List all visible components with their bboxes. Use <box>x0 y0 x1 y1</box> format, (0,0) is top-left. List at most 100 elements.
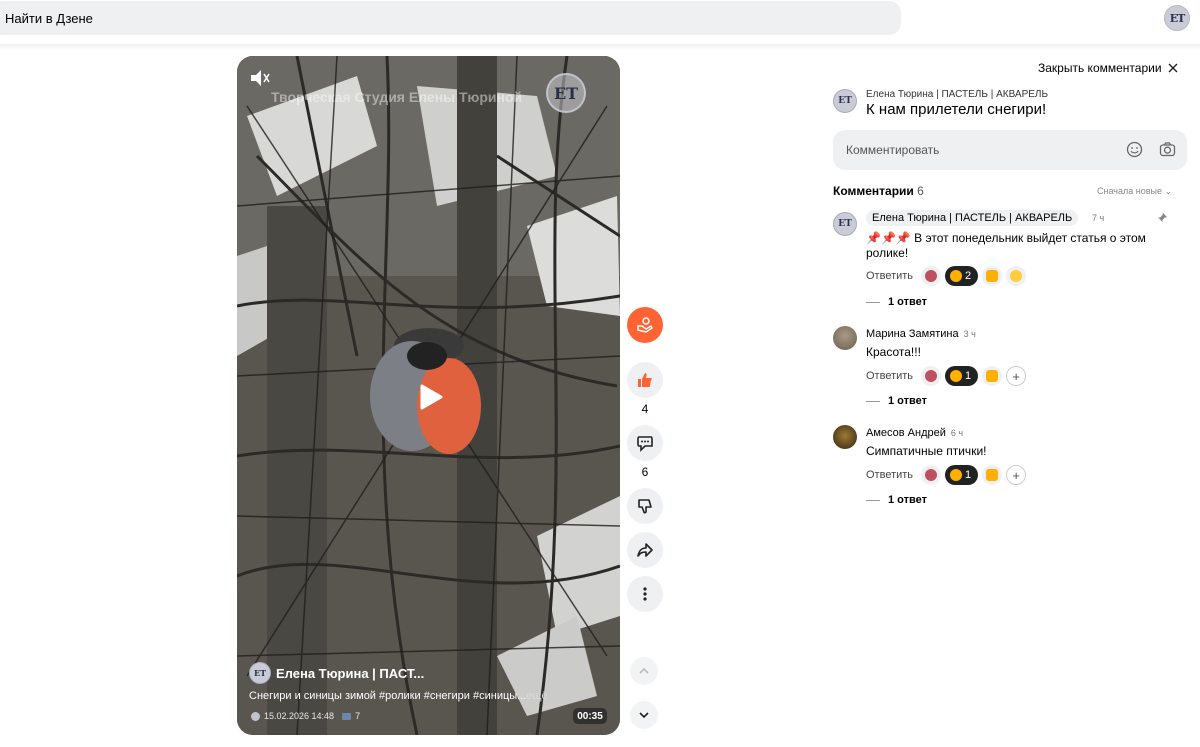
reply-button[interactable]: Ответить <box>866 270 913 282</box>
comment-item: ЕТ Елена Тюрина | ПАСТЕЛЬ | АКВАРЕЛЬ 7 ч… <box>833 210 1183 308</box>
comment-author[interactable]: Марина Замятина 3 ч <box>866 328 976 340</box>
views-icon <box>342 712 352 720</box>
video-author[interactable]: ЕТ Елена Тюрина | ПАСТ... <box>249 662 424 684</box>
comment-time: 6 ч <box>950 428 964 438</box>
comment-author-name: Елена Тюрина | ПАСТЕЛЬ | АКВАРЕЛЬ <box>872 212 1073 224</box>
replies-count: 1 ответ <box>888 494 927 506</box>
chevron-down-icon <box>639 712 649 719</box>
divider <box>866 499 880 501</box>
close-comments-button[interactable]: Закрыть комментарии <box>1038 61 1178 75</box>
watermark-logo: ЕТ <box>546 73 586 113</box>
replies-toggle[interactable]: 1 ответ <box>866 494 927 506</box>
reactors-avatar <box>921 465 942 485</box>
dislike-reaction[interactable] <box>982 266 1003 286</box>
author-avatar: ЕТ <box>249 662 271 684</box>
more-options-button[interactable] <box>627 576 663 612</box>
comment-author[interactable]: Елена Тюрина | ПАСТЕЛЬ | АКВАРЕЛЬ <box>866 210 1079 226</box>
emoji-icon[interactable] <box>1126 141 1143 158</box>
comment-count: 6 <box>641 465 649 479</box>
like-reaction-count: 1 <box>965 370 972 382</box>
description-text: Снегири и синицы зимой #ролики #снегири … <box>249 690 527 702</box>
close-comments-label: Закрыть комментарии <box>1038 61 1162 75</box>
video-player[interactable]: Творческая Студия Елены Тюриной ЕТ ЕТ Ел… <box>237 56 620 735</box>
chevron-down-icon: ⌄ <box>1164 186 1173 196</box>
comment-time: 7 ч <box>1092 213 1105 223</box>
reply-button[interactable]: Ответить <box>866 370 913 382</box>
comments-header: Комментарии 6 <box>833 184 924 198</box>
thumbs-down-icon <box>638 499 652 514</box>
comment-text: 📌📌📌 В этот понедельник выйдет статья о э… <box>866 231 1146 261</box>
dislike-button[interactable] <box>627 488 663 524</box>
camera-icon[interactable] <box>1159 141 1176 158</box>
more-link[interactable]: ещё <box>526 690 547 702</box>
comment-author-name: Амесов Андрей <box>866 427 946 439</box>
user-avatar[interactable]: ЕТ <box>1164 5 1190 31</box>
video-author-name: Елена Тюрина | ПАСТ... <box>276 665 425 681</box>
play-icon[interactable] <box>418 383 444 411</box>
divider <box>0 44 1200 50</box>
like-reaction-count: 2 <box>965 270 972 282</box>
sort-dropdown[interactable]: Сначала новые ⌄ <box>1097 186 1172 197</box>
add-reaction-button[interactable]: + <box>1006 465 1027 485</box>
video-description: Снегири и синицы зимой #ролики #снегири … <box>249 690 548 702</box>
comment-avatar[interactable] <box>833 425 857 449</box>
comment-icon <box>637 436 653 452</box>
share-icon <box>637 543 653 557</box>
comment-author[interactable]: Амесов Андрей 6 ч <box>866 427 963 439</box>
reaction-row: Ответить 1 + <box>866 366 1027 386</box>
donate-icon <box>637 317 653 333</box>
post-author[interactable]: Елена Тюрина | ПАСТЕЛЬ | АКВАРЕЛЬ <box>866 89 1048 100</box>
replies-count: 1 ответ <box>888 296 927 308</box>
add-reaction-button[interactable]: + <box>1006 366 1027 386</box>
dislike-reaction[interactable] <box>982 366 1003 386</box>
donate-button[interactable] <box>627 307 663 343</box>
thumbs-up-icon <box>638 373 652 387</box>
like-button[interactable] <box>627 362 663 398</box>
comment-text-line: Красота!!! <box>866 345 921 359</box>
chevron-up-icon <box>639 667 649 674</box>
video-watermark: Творческая Студия Елены Тюриной <box>271 89 523 105</box>
comment-author-name: Марина Замятина <box>866 328 959 340</box>
like-reaction[interactable]: 2 <box>945 266 979 286</box>
dislike-reaction[interactable] <box>982 465 1003 485</box>
share-button[interactable] <box>627 532 663 568</box>
comment-avatar[interactable]: ЕТ <box>833 212 857 236</box>
comment-text-line: 📌📌📌 В этот понедельник выйдет статья о э… <box>866 231 1146 245</box>
next-video-button[interactable] <box>630 701 658 729</box>
reaction-row: Ответить 1 + <box>866 465 1027 485</box>
video-views: 7 <box>355 711 361 721</box>
pin-icon <box>1158 213 1167 222</box>
prev-video-button[interactable] <box>630 657 658 685</box>
reaction-row: Ответить 2 <box>866 266 1027 286</box>
comment-time: 3 ч <box>963 329 976 339</box>
reply-button[interactable]: Ответить <box>866 469 913 481</box>
like-count: 4 <box>641 402 649 416</box>
replies-count: 1 ответ <box>888 395 927 407</box>
sound-icon[interactable] <box>249 68 271 88</box>
comments-count: 6 <box>917 184 924 198</box>
comment-input-placeholder: Комментировать <box>846 143 940 157</box>
comment-text-line: ролике! <box>866 246 909 260</box>
avatar-logo: ЕТ <box>1169 11 1186 25</box>
top-bar: Найти в Дзене ЕТ <box>0 0 1200 44</box>
emoji-reaction[interactable] <box>1006 266 1027 286</box>
replies-toggle[interactable]: 1 ответ <box>866 296 927 308</box>
comment-text-line: Симпатичные птички! <box>866 444 987 458</box>
reactors-avatar <box>921 266 942 286</box>
comment-avatar[interactable] <box>833 326 857 350</box>
post-author-avatar[interactable]: ЕТ <box>833 89 857 113</box>
replies-toggle[interactable]: 1 ответ <box>866 395 927 407</box>
comments-button[interactable] <box>627 425 663 461</box>
like-reaction[interactable]: 1 <box>945 465 979 485</box>
divider <box>866 400 880 402</box>
post-title: К нам прилетели снегири! <box>866 101 1047 118</box>
reactors-avatar <box>921 366 942 386</box>
comment-text: Симпатичные птички! <box>866 444 986 459</box>
video-date: 15.02.2026 14:48 <box>264 711 335 721</box>
video-meta: 15.02.2026 14:48 7 <box>251 711 360 721</box>
close-icon <box>1168 63 1178 73</box>
more-icon <box>643 587 647 601</box>
search-input[interactable]: Найти в Дзене <box>0 1 901 35</box>
search-placeholder: Найти в Дзене <box>5 10 93 26</box>
like-reaction[interactable]: 1 <box>945 366 979 386</box>
